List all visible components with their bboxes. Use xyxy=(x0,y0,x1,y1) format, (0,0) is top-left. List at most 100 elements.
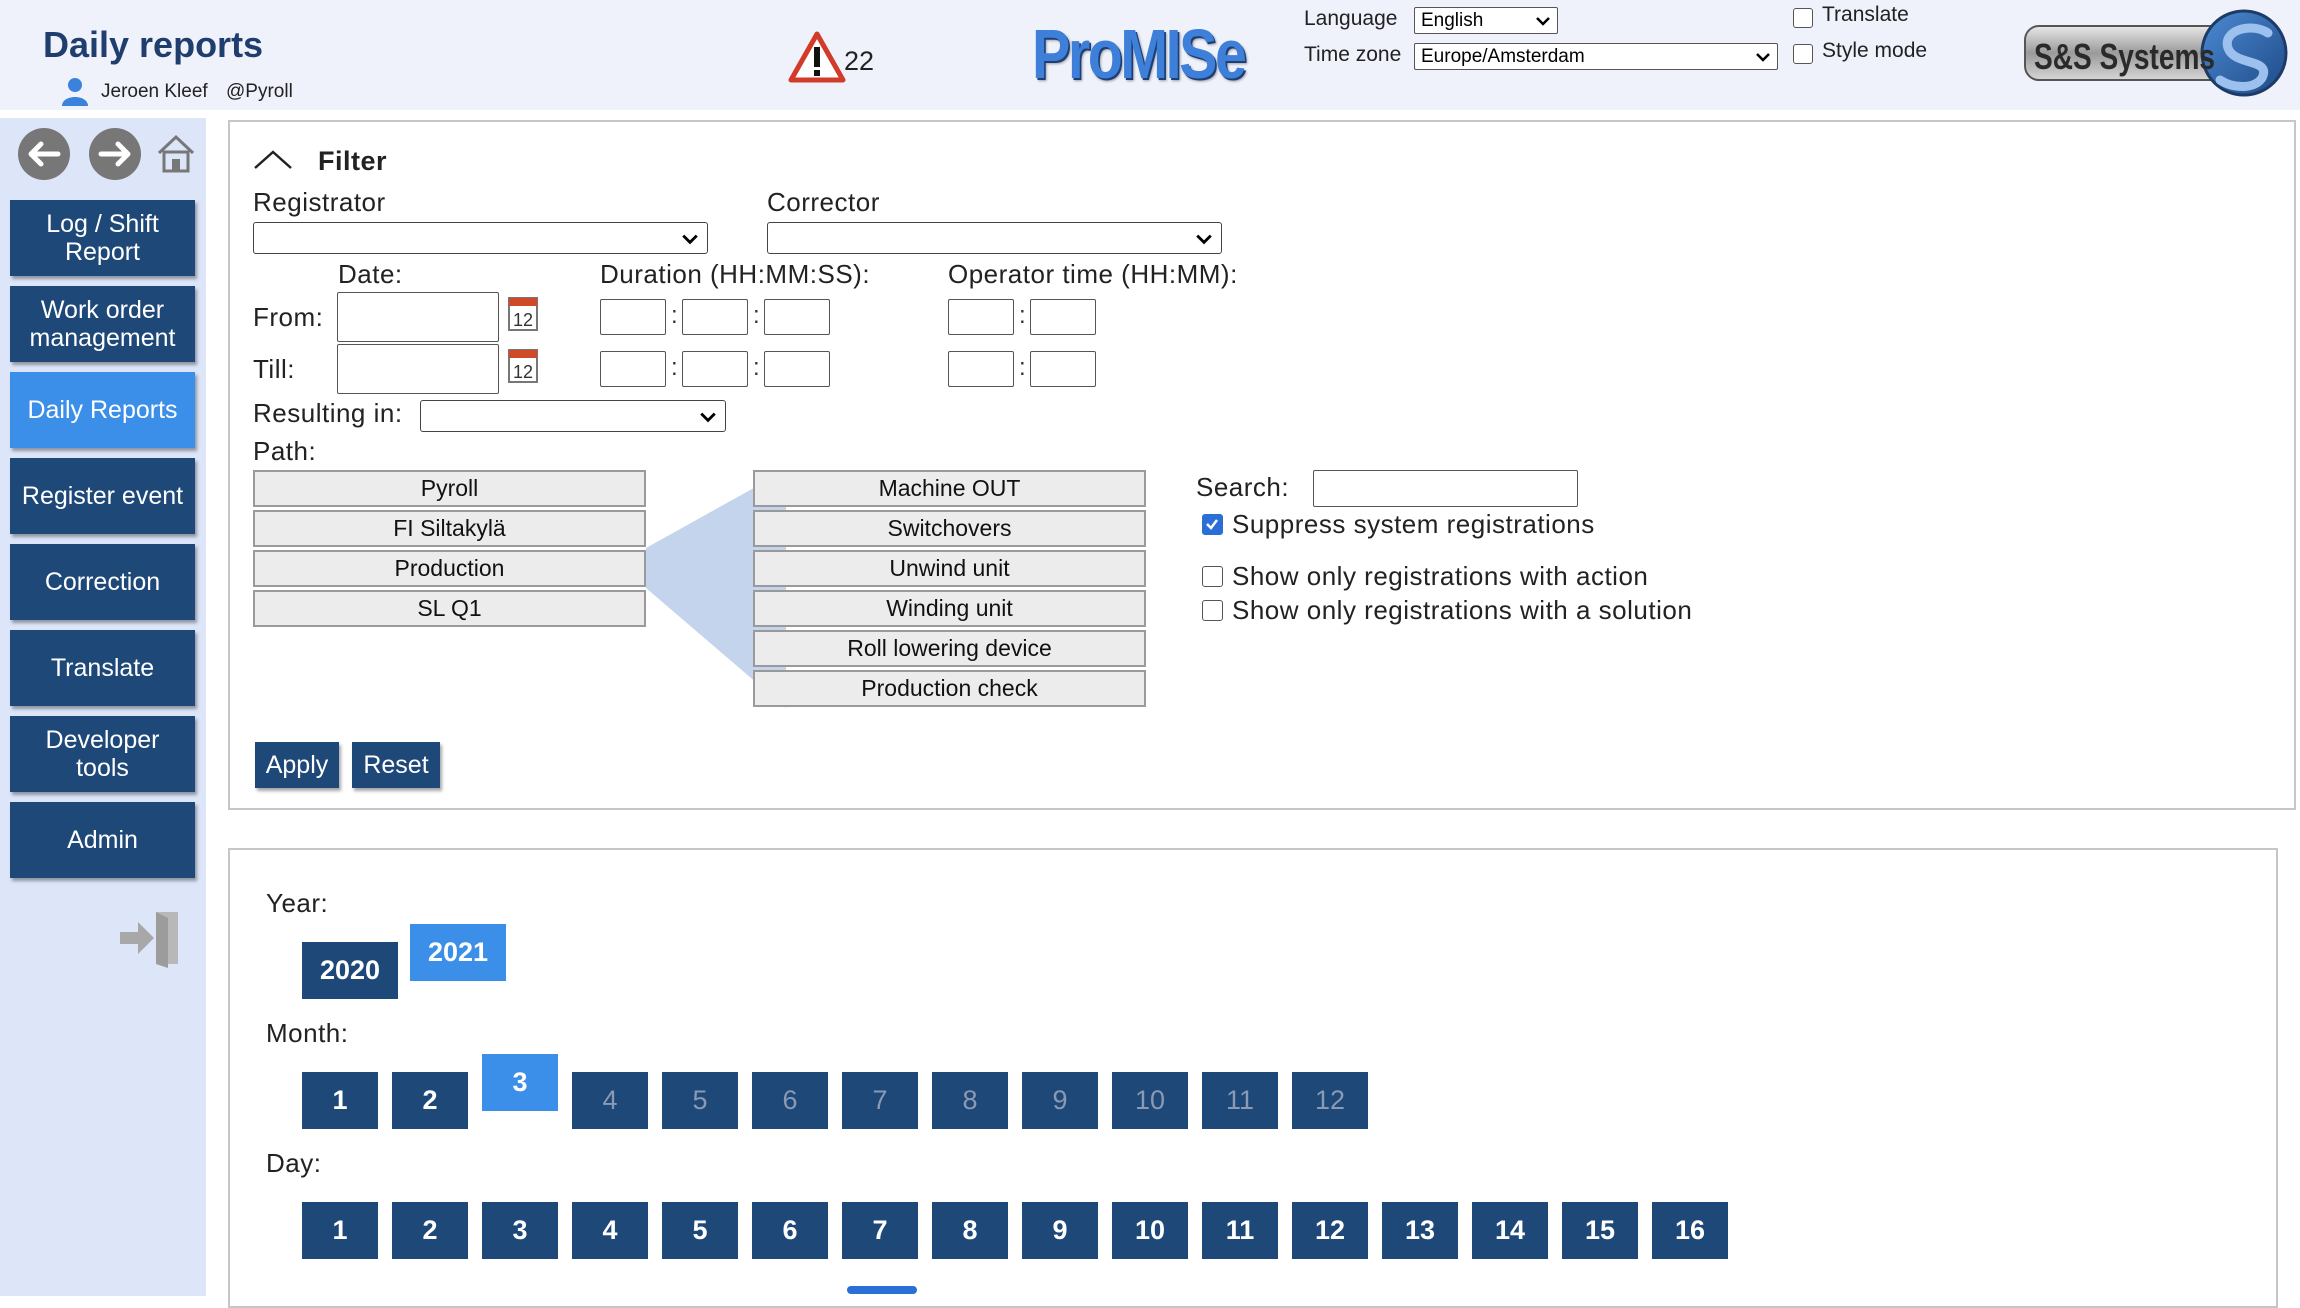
path-item-left[interactable]: Pyroll xyxy=(253,470,646,507)
timezone-select[interactable]: Europe/Amsterdam xyxy=(1414,43,1778,70)
style-mode-checkbox-label: Style mode xyxy=(1822,39,1928,62)
translate-checkbox[interactable] xyxy=(1793,8,1813,28)
user-organization: @Pyroll xyxy=(226,81,293,102)
day-tile[interactable]: 1 xyxy=(302,1202,378,1259)
filter-title[interactable]: Filter xyxy=(318,146,387,177)
operator-from-minutes[interactable] xyxy=(1030,299,1096,335)
home-icon[interactable] xyxy=(155,132,197,174)
path-item-right[interactable]: Unwind unit xyxy=(753,550,1146,587)
path-item-left[interactable]: SL Q1 xyxy=(253,590,646,627)
day-tile[interactable]: 2 xyxy=(392,1202,468,1259)
day-tile[interactable]: 11 xyxy=(1202,1202,1278,1259)
ss-systems-logo-text: S&S Systems xyxy=(2034,36,2216,77)
day-tile[interactable]: 15 xyxy=(1562,1202,1638,1259)
day-tile[interactable]: 13 xyxy=(1382,1202,1458,1259)
year-tile-active[interactable]: 2021 xyxy=(410,924,506,981)
back-button[interactable] xyxy=(18,128,70,180)
day-tile[interactable]: 8 xyxy=(932,1202,1008,1259)
operator-till-minutes[interactable] xyxy=(1030,351,1096,387)
path-item-right[interactable]: Machine OUT xyxy=(753,470,1146,507)
duration-label: Duration (HH:MM:SS): xyxy=(600,259,871,289)
day-tile[interactable]: 16 xyxy=(1652,1202,1728,1259)
chevron-up-icon[interactable] xyxy=(252,148,294,172)
sidebar-item-log-shift-report[interactable]: Log / Shift Report xyxy=(10,200,195,276)
day-tile[interactable]: 9 xyxy=(1022,1202,1098,1259)
sidebar-item-developer-tools[interactable]: Developer tools xyxy=(10,716,195,792)
sidebar-item-work-order-management[interactable]: Work order management xyxy=(10,286,195,362)
logout-icon[interactable] xyxy=(118,908,184,968)
year-tile[interactable]: 2020 xyxy=(302,942,398,999)
month-tile-active[interactable]: 3 xyxy=(482,1054,558,1111)
calendar-icon[interactable]: 12 xyxy=(507,292,539,332)
chevron-down-icon xyxy=(700,412,716,423)
duration-from-minutes[interactable] xyxy=(682,299,748,335)
day-tile[interactable]: 4 xyxy=(572,1202,648,1259)
corrector-select[interactable] xyxy=(767,222,1222,254)
date-label: Date: xyxy=(338,259,403,289)
only-solution-checkbox[interactable] xyxy=(1202,600,1223,621)
chevron-down-icon xyxy=(682,234,698,245)
operator-till-hours[interactable] xyxy=(948,351,1014,387)
calendar-icon[interactable]: 12 xyxy=(507,344,539,384)
month-tile-disabled: 10 xyxy=(1112,1072,1188,1129)
path-item-left[interactable]: FI Siltakylä xyxy=(253,510,646,547)
day-tile[interactable]: 7 xyxy=(842,1202,918,1259)
apply-button[interactable]: Apply xyxy=(255,742,339,788)
chevron-down-icon xyxy=(1756,53,1770,62)
path-label: Path: xyxy=(253,436,317,466)
path-item-left[interactable]: Production xyxy=(253,550,646,587)
day-tile[interactable]: 10 xyxy=(1112,1202,1188,1259)
month-tile[interactable]: 1 xyxy=(302,1072,378,1129)
path-item-right[interactable]: Roll lowering device xyxy=(753,630,1146,667)
day-tile[interactable]: 14 xyxy=(1472,1202,1548,1259)
user-name[interactable]: Jeroen Kleef xyxy=(101,81,208,103)
resulting-in-select[interactable] xyxy=(420,400,726,432)
path-item-right[interactable]: Switchovers xyxy=(753,510,1146,547)
only-action-checkbox[interactable] xyxy=(1202,566,1223,587)
duration-from-hours[interactable] xyxy=(600,299,666,335)
duration-till-hours[interactable] xyxy=(600,351,666,387)
operator-time-label: Operator time (HH:MM): xyxy=(948,259,1238,289)
search-input[interactable] xyxy=(1313,470,1578,507)
reset-button[interactable]: Reset xyxy=(352,742,440,788)
month-tile[interactable]: 2 xyxy=(392,1072,468,1129)
month-tile-disabled: 5 xyxy=(662,1072,738,1129)
scroll-indicator[interactable] xyxy=(847,1286,917,1294)
month-label: Month: xyxy=(266,1018,349,1048)
arrow-right-icon xyxy=(98,141,131,167)
sidebar-item-translate[interactable]: Translate xyxy=(10,630,195,706)
suppress-system-label: Suppress system registrations xyxy=(1232,509,1595,539)
registrator-select[interactable] xyxy=(253,222,708,254)
day-tile[interactable]: 12 xyxy=(1292,1202,1368,1259)
duration-from-seconds[interactable] xyxy=(764,299,830,335)
path-item-right[interactable]: Winding unit xyxy=(753,590,1146,627)
style-mode-checkbox[interactable] xyxy=(1793,44,1813,64)
day-label: Day: xyxy=(266,1148,322,1178)
day-tile[interactable]: 5 xyxy=(662,1202,738,1259)
language-select[interactable]: English xyxy=(1414,7,1558,34)
suppress-system-checkbox[interactable] xyxy=(1202,514,1223,535)
year-label: Year: xyxy=(266,888,329,918)
sidebar-item-register-event[interactable]: Register event xyxy=(10,458,195,534)
chevron-down-icon xyxy=(1196,234,1212,245)
from-date-input[interactable] xyxy=(337,292,499,342)
alert-count[interactable]: 22 xyxy=(844,46,874,77)
forward-button[interactable] xyxy=(89,128,141,180)
path-item-right[interactable]: Production check xyxy=(753,670,1146,707)
duration-till-minutes[interactable] xyxy=(682,351,748,387)
till-date-input[interactable] xyxy=(337,344,499,394)
day-tile[interactable]: 6 xyxy=(752,1202,828,1259)
month-tile-disabled: 9 xyxy=(1022,1072,1098,1129)
sidebar-item-correction[interactable]: Correction xyxy=(10,544,195,620)
page-title: Daily reports xyxy=(43,24,264,65)
month-tile-disabled: 8 xyxy=(932,1072,1008,1129)
duration-till-seconds[interactable] xyxy=(764,351,830,387)
operator-from-hours[interactable] xyxy=(948,299,1014,335)
sidebar-item-daily-reports[interactable]: Daily Reports xyxy=(10,372,195,448)
only-solution-label: Show only registrations with a solution xyxy=(1232,595,1693,625)
filter-panel: Filter Registrator Corrector Date: Durat… xyxy=(228,120,2296,810)
day-tile[interactable]: 3 xyxy=(482,1202,558,1259)
alert-icon[interactable] xyxy=(788,31,846,83)
month-tile-disabled: 12 xyxy=(1292,1072,1368,1129)
sidebar-item-admin[interactable]: Admin xyxy=(10,802,195,878)
